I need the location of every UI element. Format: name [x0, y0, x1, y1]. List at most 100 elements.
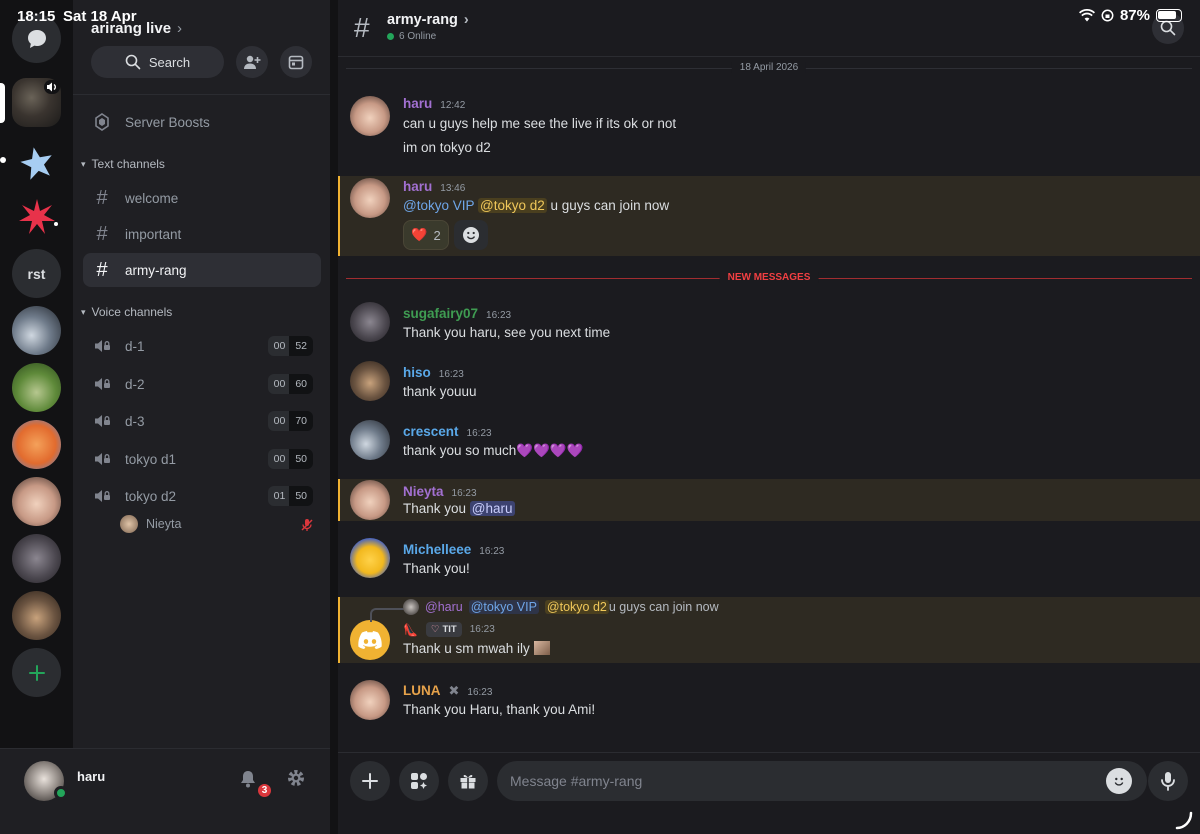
voice-channel-d-1[interactable]: d-1 00 52: [83, 329, 321, 363]
message-text: Thank you Haru, thank you Ami!: [403, 702, 596, 717]
avatar[interactable]: [350, 420, 390, 460]
online-count: 6 Online: [387, 31, 436, 42]
chevron-right-icon: ›: [177, 20, 183, 37]
voice-user-count: 00 50: [267, 449, 313, 469]
reply-preview[interactable]: @haru @tokyo VIP @tokyo d2 u guys can jo…: [403, 599, 719, 615]
message-author[interactable]: haru: [403, 179, 432, 194]
plus-icon: [362, 773, 378, 789]
wifi-icon: [1078, 9, 1095, 22]
emoji-icon: [1114, 777, 1124, 786]
avatar[interactable]: [350, 361, 390, 401]
speaker-icon: [44, 80, 60, 94]
add-reaction-button[interactable]: [454, 220, 488, 250]
message[interactable]: crescent 16:23 thank you so much💜💜💜💜: [338, 419, 1200, 471]
events-button[interactable]: [280, 46, 312, 78]
search-label: Search: [148, 54, 191, 70]
voice-participant-name: Nieyta: [146, 517, 182, 531]
message[interactable]: hiso 16:23 thank youuu: [338, 360, 1200, 412]
message-author[interactable]: LUNA: [403, 683, 441, 698]
gift-button[interactable]: [448, 761, 488, 801]
add-member-icon: [244, 55, 261, 69]
message-author[interactable]: Michelleee: [403, 542, 471, 557]
online-dot-icon: [387, 33, 394, 40]
calendar-icon: [288, 55, 304, 70]
avatar[interactable]: [350, 302, 390, 342]
message-author[interactable]: hiso: [403, 365, 431, 380]
avatar: [120, 515, 138, 533]
message-time: 16:23: [469, 624, 495, 635]
server-avatar-1[interactable]: [12, 306, 61, 355]
message-text: thank you so much💜💜💜💜: [403, 443, 584, 458]
message-text: @tokyo VIP @tokyo d2 u guys can join now: [403, 198, 670, 213]
avatar[interactable]: [350, 680, 390, 720]
message[interactable]: LUNA ✖ 16:23 Thank you Haru, thank you Ami…: [338, 678, 1200, 734]
voice-channel-tokyo-d2[interactable]: tokyo d2 01 50: [83, 479, 321, 513]
avatar[interactable]: [350, 620, 390, 660]
message-author[interactable]: sugafairy07: [403, 306, 478, 321]
chevron-down-icon: ▾: [81, 306, 86, 317]
server-avatar-2[interactable]: [12, 363, 61, 412]
channel-welcome[interactable]: # welcome: [83, 181, 321, 215]
selected-server-indicator: [0, 83, 5, 123]
attach-button[interactable]: [350, 761, 390, 801]
channel-army-rang[interactable]: # army-rang: [83, 253, 321, 287]
channel-name: army-rang: [125, 262, 187, 278]
hash-icon: #: [96, 222, 108, 245]
category-text-channels[interactable]: ▾ Text channels: [81, 157, 165, 171]
apps-button[interactable]: [399, 761, 439, 801]
message[interactable]: Michelleee 16:23 Thank you!: [338, 537, 1200, 589]
server-boosts-item[interactable]: Server Boosts: [83, 105, 321, 139]
server-tag[interactable]: ♡ TIT: [425, 622, 462, 637]
avatar[interactable]: [350, 538, 390, 578]
message[interactable]: haru 12:42 can u guys help me see the liv…: [338, 92, 1200, 168]
invite-button[interactable]: [236, 46, 268, 78]
server-avatar-4[interactable]: [12, 477, 61, 526]
voice-locked-icon: [91, 451, 113, 467]
server-star[interactable]: [12, 138, 61, 187]
category-voice-channels[interactable]: ▾ Voice channels: [81, 305, 172, 319]
message-author[interactable]: Nieyta: [403, 484, 444, 499]
avatar[interactable]: [350, 178, 390, 218]
server-avatar-6[interactable]: [12, 591, 61, 640]
gear-icon[interactable]: [286, 768, 306, 788]
online-status-icon: [54, 786, 68, 800]
gift-icon: [460, 775, 476, 789]
server-rst-label: rst: [27, 265, 46, 282]
server-avatar-3[interactable]: [12, 420, 61, 469]
unread-indicator: [0, 157, 6, 163]
channel-title[interactable]: army-rang ›: [387, 12, 469, 28]
chat-header: # army-rang › 6 Online: [338, 0, 1200, 57]
message-highlighted[interactable]: Nieyta 16:23 Thank you @haru: [338, 479, 1200, 521]
server-rst[interactable]: rst: [12, 249, 61, 298]
voice-channel-d-2[interactable]: d-2 00 60: [83, 367, 321, 401]
add-server-button[interactable]: [12, 648, 61, 697]
user-mention[interactable]: @haru: [469, 501, 515, 516]
message-author[interactable]: haru: [403, 96, 432, 111]
message[interactable]: sugafairy07 16:23 Thank you haru, see you…: [338, 300, 1200, 352]
voice-channel-d-3[interactable]: d-3 00 70: [83, 404, 321, 438]
bell-icon[interactable]: [238, 769, 258, 789]
emoji-button[interactable]: [1106, 768, 1132, 794]
role-mention: @tokyo VIP: [468, 600, 539, 614]
voice-participant[interactable]: Nieyta: [120, 515, 181, 533]
voice-channel-tokyo-d1[interactable]: tokyo d1 00 50: [83, 442, 321, 476]
message-input[interactable]: [497, 761, 1147, 801]
panel-gap: [330, 0, 338, 834]
role-mention[interactable]: @tokyo d2: [478, 198, 547, 213]
voice-channel-name: tokyo d2: [125, 488, 177, 504]
voice-message-button[interactable]: [1148, 761, 1188, 801]
channel-important[interactable]: # important: [83, 217, 321, 251]
message-author[interactable]: crescent: [403, 424, 459, 439]
hash-icon: #: [96, 258, 108, 281]
close-badge-icon: ✖: [448, 683, 460, 698]
avatar[interactable]: [350, 480, 390, 520]
server-avatar-5[interactable]: [12, 534, 61, 583]
boost-icon: [91, 113, 113, 131]
message-time: 16:23: [486, 310, 512, 321]
reaction-heart[interactable]: ❤️ 2: [403, 220, 449, 250]
server-red-burst[interactable]: [12, 192, 61, 241]
role-mention[interactable]: @tokyo VIP: [403, 198, 474, 213]
search-button[interactable]: Search: [91, 46, 224, 78]
voice-channel-name: d-1: [125, 338, 145, 354]
avatar[interactable]: [350, 96, 390, 136]
